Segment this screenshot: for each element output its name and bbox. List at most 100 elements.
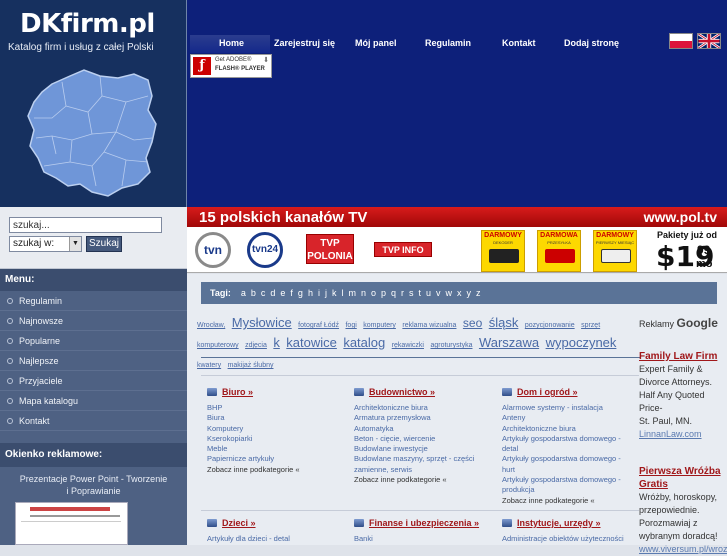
- subcategory-link[interactable]: Armatura przemysłowa: [354, 413, 494, 423]
- tag-letter-y[interactable]: y: [467, 288, 472, 298]
- tag-letter-q[interactable]: q: [391, 288, 396, 298]
- tag-letter-a[interactable]: a: [241, 288, 246, 298]
- subcategory-link[interactable]: Budowlane maszyny, sprzęt - części: [354, 454, 494, 464]
- tag-letter-r[interactable]: r: [401, 288, 404, 298]
- polish-flag-icon[interactable]: [669, 33, 693, 49]
- nav-regulamin[interactable]: Regulamin: [425, 38, 471, 48]
- tag-letter-e[interactable]: e: [280, 288, 285, 298]
- subcategory-link[interactable]: Papiernicze artykuły: [207, 454, 347, 464]
- subcategory-link[interactable]: Artykuły gospodarstwa domowego -: [502, 454, 642, 464]
- tag-cloud-link[interactable]: pozycjonowanie: [525, 322, 575, 329]
- tag-letter-l[interactable]: l: [341, 288, 343, 298]
- tag-cloud-link[interactable]: Warszawa: [479, 335, 539, 350]
- subcategory-link[interactable]: hurt: [502, 465, 642, 475]
- tag-letter-p[interactable]: p: [381, 288, 386, 298]
- tag-letter-f[interactable]: f: [290, 288, 293, 298]
- search-button[interactable]: Szukaj: [86, 236, 122, 252]
- subcategory-link[interactable]: Administracje obiektów użyteczności: [502, 534, 642, 544]
- text-ad[interactable]: Pierwsza Wróżba Gratis Wróżby, horoskopy…: [639, 465, 727, 556]
- tag-cloud-link[interactable]: śląsk: [489, 315, 519, 330]
- tag-letter-g[interactable]: g: [298, 288, 303, 298]
- nav-home[interactable]: Home: [219, 38, 244, 48]
- tag-letter-o[interactable]: o: [371, 288, 376, 298]
- subcategory-link[interactable]: Alarmowe systemy - instalacja: [502, 403, 642, 413]
- site-logo[interactable]: DKfirm.pl: [20, 9, 155, 39]
- subcategory-link[interactable]: Beton - cięcie, wiercenie: [354, 434, 494, 444]
- more-subcategories-link[interactable]: Zobacz inne podkategorie «: [207, 465, 347, 475]
- sidebar-item-regulamin[interactable]: Regulamin: [0, 291, 187, 311]
- tag-letter-c[interactable]: c: [261, 288, 266, 298]
- tag-letter-w[interactable]: w: [446, 288, 453, 298]
- tag-cloud-link[interactable]: fotograf Łódź: [298, 322, 339, 329]
- english-flag-icon[interactable]: [697, 33, 721, 49]
- subcategory-link[interactable]: Budowlane inwestycje: [354, 444, 494, 454]
- ad-thumbnail[interactable]: [15, 502, 128, 545]
- tag-cloud-link[interactable]: katowice: [286, 335, 337, 350]
- tag-letter-z[interactable]: z: [476, 288, 481, 298]
- category-link[interactable]: Dom i ogród »: [502, 384, 642, 400]
- tag-cloud-link[interactable]: rękawiczki: [392, 342, 424, 349]
- sidebar-item-popularne[interactable]: Popularne: [0, 331, 187, 351]
- sidebar-item-najlepsze[interactable]: Najlepsze: [0, 351, 187, 371]
- tag-cloud-link[interactable]: k: [273, 335, 280, 350]
- subcategory-link[interactable]: zamienne, serwis: [354, 465, 494, 475]
- category-link[interactable]: Finanse i ubezpieczenia »: [354, 515, 494, 531]
- nav-my-panel[interactable]: Mój panel: [355, 38, 397, 48]
- tag-letter-t[interactable]: t: [419, 288, 422, 298]
- sidebar-item-najnowsze[interactable]: Najnowsze: [0, 311, 187, 331]
- sidebar-item-kontakt[interactable]: Kontakt: [0, 411, 187, 431]
- tag-cloud-link[interactable]: komputery: [363, 322, 396, 329]
- category-link[interactable]: Instytucje, urzędy »: [502, 515, 642, 531]
- google-ads-label[interactable]: Reklamy Google: [639, 316, 718, 330]
- tag-cloud-link[interactable]: makijaż ślubny: [228, 362, 274, 369]
- nav-add-site[interactable]: Dodaj stronę: [564, 38, 619, 48]
- subcategory-link[interactable]: Kserokopiarki: [207, 434, 347, 444]
- ad-caption[interactable]: Prezentacje Power Point - Tworzenie i Po…: [0, 473, 187, 497]
- tag-cloud-link[interactable]: zdjęcia: [245, 342, 267, 349]
- category-link[interactable]: Dzieci »: [207, 515, 347, 531]
- subcategory-link[interactable]: Anteny: [502, 413, 642, 423]
- tag-letter-j[interactable]: j: [325, 288, 327, 298]
- subcategory-link[interactable]: Meble: [207, 444, 347, 454]
- tag-cloud-link[interactable]: reklama wizualna: [402, 322, 456, 329]
- tag-cloud-link[interactable]: kwatery: [197, 362, 221, 369]
- subcategory-link[interactable]: Komputery: [207, 424, 347, 434]
- more-subcategories-link[interactable]: Zobacz inne podkategorie «: [354, 475, 494, 485]
- flash-player-badge[interactable]: ƒ Get ADOBE® FLASH® PLAYER ⬇: [190, 54, 272, 78]
- sidebar-item-przyjaciele[interactable]: Przyjaciele: [0, 371, 187, 391]
- subcategory-link[interactable]: Banki: [354, 534, 494, 544]
- poland-map[interactable]: [22, 66, 162, 204]
- tag-letter-x[interactable]: x: [457, 288, 462, 298]
- tag-letter-d[interactable]: d: [270, 288, 275, 298]
- tag-letter-m[interactable]: m: [348, 288, 356, 298]
- search-input[interactable]: [9, 217, 162, 233]
- tag-cloud-link[interactable]: agroturystyka: [430, 342, 472, 349]
- category-link[interactable]: Budownictwo »: [354, 384, 494, 400]
- tag-letter-u[interactable]: u: [426, 288, 431, 298]
- subcategory-link[interactable]: detal: [502, 444, 642, 454]
- tag-cloud-link[interactable]: Wrocław,: [197, 322, 225, 329]
- tag-letter-h[interactable]: h: [308, 288, 313, 298]
- more-subcategories-link[interactable]: Zobacz inne podkategorie «: [502, 496, 642, 506]
- tag-cloud-link[interactable]: wypoczynek: [546, 335, 617, 350]
- subcategory-link[interactable]: Artykuły gospodarstwa domowego -: [502, 475, 642, 485]
- tag-cloud-link[interactable]: fogi: [345, 322, 356, 329]
- subcategory-link[interactable]: Artykuły gospodarstwa domowego -: [502, 434, 642, 444]
- nav-kontakt[interactable]: Kontakt: [502, 38, 536, 48]
- tv-banner-ad[interactable]: 15 polskich kanałów TV www.pol.tv tvn tv…: [187, 207, 727, 273]
- subcategory-link[interactable]: Architektoniczne biura: [354, 403, 494, 413]
- subcategory-link[interactable]: BHP: [207, 403, 347, 413]
- tag-letter-k[interactable]: k: [332, 288, 337, 298]
- tag-letter-n[interactable]: n: [361, 288, 366, 298]
- tag-cloud-link[interactable]: seo: [463, 316, 482, 330]
- subcategory-link[interactable]: produkcja: [502, 485, 642, 495]
- subcategory-link[interactable]: Biura: [207, 413, 347, 423]
- tag-cloud-link[interactable]: katalog: [343, 335, 385, 350]
- tag-letter-b[interactable]: b: [251, 288, 256, 298]
- category-link[interactable]: Biuro »: [207, 384, 347, 400]
- nav-register[interactable]: Zarejestruj się: [274, 38, 335, 48]
- tag-letter-s[interactable]: s: [409, 288, 414, 298]
- subcategory-link[interactable]: Architektoniczne biura: [502, 424, 642, 434]
- tag-letter-v[interactable]: v: [436, 288, 441, 298]
- subcategory-link[interactable]: Artykuły dla dzieci - detal: [207, 534, 347, 544]
